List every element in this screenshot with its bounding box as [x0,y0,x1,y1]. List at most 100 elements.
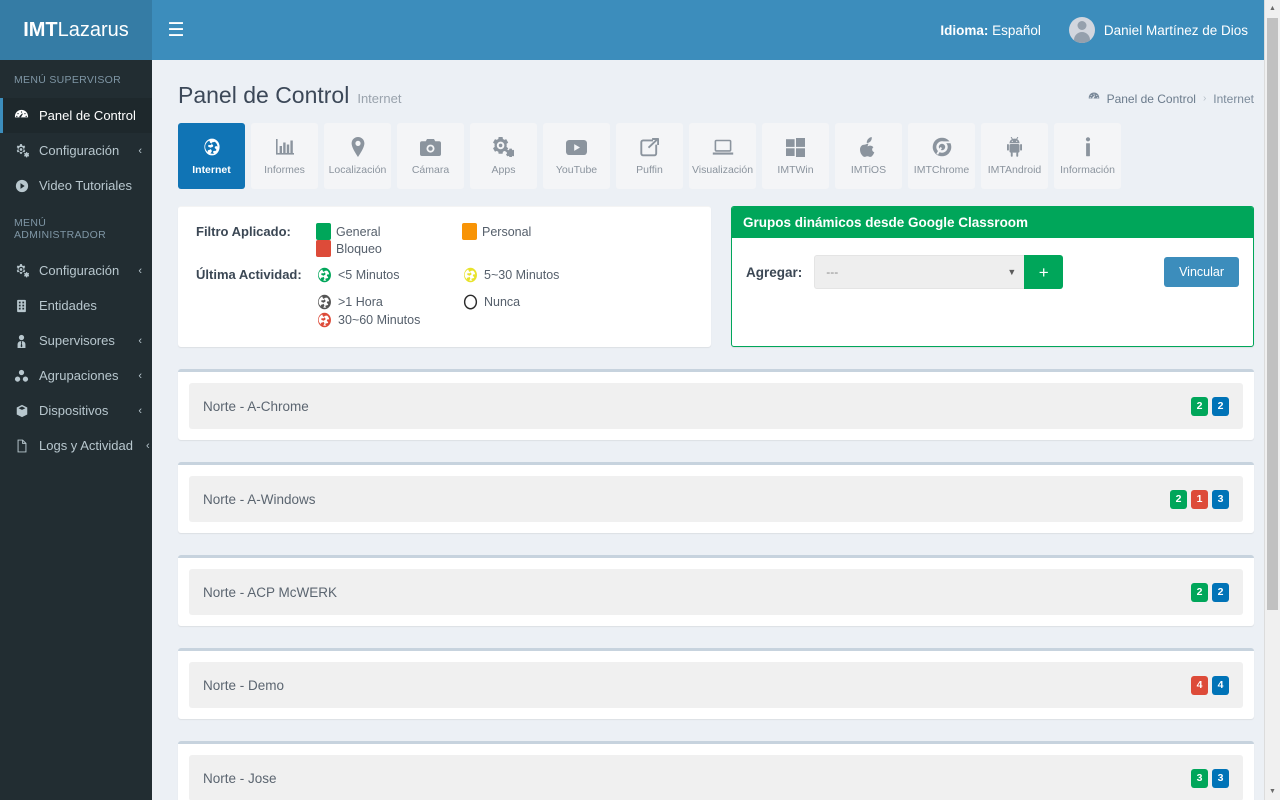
classroom-add-button[interactable]: + [1024,255,1064,289]
vertical-scrollbar[interactable]: ▲ ▼ [1264,0,1280,800]
badge-group: 3 3 [1191,768,1229,788]
tab-imtios[interactable]: IMTiOS [835,123,902,189]
group-box: Norte - A-Chrome 2 2 [178,369,1254,440]
sidebar-item-logs-y-actividad[interactable]: Logs y Actividad ‹ [0,428,152,463]
group-row-a-windows[interactable]: Norte - A-Windows 2 1 3 [189,476,1243,522]
content-area: Panel de Control Internet Panel de Contr… [152,60,1280,800]
scroll-down-arrow-icon[interactable]: ▼ [1265,783,1280,800]
group-row-jose[interactable]: Norte - Jose 3 3 [189,755,1243,800]
classroom-select-value: --- [826,265,839,279]
group-row-a-chrome[interactable]: Norte - A-Chrome 2 2 [189,383,1243,429]
status-badge[interactable]: 4 [1191,675,1208,695]
classroom-group-select[interactable]: --- ▼ [814,255,1025,289]
legend-item-personal: Personal [462,223,608,240]
tab-imtchrome[interactable]: IMTChrome [908,123,975,189]
legend-label: <5 Minutos [338,268,400,282]
tab-puffin[interactable]: Puffin [616,123,683,189]
legend-activity-row: Última Actividad: <5 Minutos >1 Hora 5~3… [196,266,693,329]
group-box: Norte - A-Windows 2 1 3 [178,462,1254,533]
classroom-panel: Grupos dinámicos desde Google Classroom … [731,206,1254,347]
sidebar-item-configuracion-admin[interactable]: Configuración ‹ [0,253,152,288]
sidebar-item-label: Agrupaciones [39,368,119,383]
color-swatch [316,223,331,240]
tab-informes[interactable]: Informes [251,123,318,189]
sidebar-item-label: Logs y Actividad [39,438,133,453]
status-badge[interactable]: 3 [1212,768,1229,788]
tab-label: IMTChrome [913,164,970,177]
badge-group: 2 2 [1191,396,1229,416]
status-badge[interactable]: 2 [1170,489,1187,509]
chevron-left-icon: ‹ [138,264,142,277]
legend-col: 30~60 Minutos [316,311,476,329]
user-menu[interactable]: Daniel Martínez de Dios [1065,17,1252,43]
status-badge[interactable]: 2 [1191,396,1208,416]
status-badge[interactable]: 2 [1191,582,1208,602]
sidebar-item-dispositivos[interactable]: Dispositivos ‹ [0,393,152,428]
status-badge[interactable]: 3 [1212,489,1229,509]
status-badge[interactable]: 1 [1191,489,1208,509]
group-name: Norte - Demo [203,677,285,693]
tab-label: Localización [328,164,387,177]
sidebar-item-panel-de-control[interactable]: Panel de Control [0,98,152,133]
color-swatch [462,223,477,240]
legend-label: Nunca [484,295,521,309]
globe-icon [318,294,331,310]
classroom-panel-body: Agregar: --- ▼ + Vincular [732,238,1253,313]
hamburger-icon[interactable]: ☰ [152,0,200,60]
sidebar-item-label: Video Tutoriales [39,178,132,193]
tab-informacion[interactable]: Información [1054,123,1121,189]
panels-row: Filtro Aplicado: General Personal Bloque… [178,206,1254,347]
legend-label: General [336,224,381,239]
status-badge[interactable]: 2 [1212,582,1229,602]
color-swatch [316,240,331,257]
map-marker-icon [351,136,365,158]
chevron-right-icon: › [1202,93,1207,104]
tab-imtwin[interactable]: IMTWin [762,123,829,189]
status-badge[interactable]: 4 [1212,675,1229,695]
tab-localizacion[interactable]: Localización [324,123,391,189]
tab-internet[interactable]: Internet [178,123,245,189]
group-row-acp-mcwerk[interactable]: Norte - ACP McWERK 2 2 [189,569,1243,615]
sidebar-item-label: Dispositivos [39,403,109,418]
tab-visualizacion[interactable]: Visualización [689,123,756,189]
user-name: Daniel Martínez de Dios [1103,22,1248,38]
status-badge[interactable]: 2 [1212,396,1229,416]
tab-apps[interactable]: Apps [470,123,537,189]
navbar-body: ☰ Idioma: Español Daniel Martínez de Dio… [152,0,1280,60]
group-name: Norte - A-Windows [203,491,316,507]
status-badge[interactable]: 3 [1191,768,1208,788]
top-navbar: IMT Lazarus ☰ Idioma: Español Daniel Mar… [0,0,1280,60]
badge-group: 2 2 [1191,582,1229,602]
content-body: Internet Informes Localización Cámara Ap… [152,123,1280,800]
globe-icon [464,267,477,283]
classroom-link-button[interactable]: Vincular [1164,257,1239,287]
scrollbar-thumb[interactable] [1267,18,1278,610]
sidebar-item-agrupaciones[interactable]: Agrupaciones ‹ [0,358,152,393]
sidebar-item-configuracion-supervisor[interactable]: Configuración ‹ [0,133,152,168]
language-indicator[interactable]: Idioma: Español [940,23,1065,38]
tab-imtandroid[interactable]: IMTAndroid [981,123,1048,189]
sidebar: MENÚ SUPERVISOR Panel de Control Configu… [0,60,152,800]
brand-logo[interactable]: IMT Lazarus [0,0,152,60]
avatar [1068,17,1095,43]
plus-icon: + [1038,262,1049,282]
scroll-up-arrow-icon[interactable]: ▲ [1265,0,1280,17]
sidebar-item-entidades[interactable]: Entidades [0,288,152,323]
classroom-add-label: Agregar: [746,264,803,280]
camera-icon [420,136,441,158]
building-icon [13,299,30,313]
legend-col: General [316,223,462,240]
chevron-left-icon: ‹ [138,144,142,157]
sidebar-item-video-tutoriales[interactable]: Video Tutoriales [0,168,152,203]
navbar-right: Idioma: Español Daniel Martínez de Dios [940,17,1280,43]
tab-youtube[interactable]: YouTube [543,123,610,189]
breadcrumb-root[interactable]: Panel de Control [1107,92,1196,106]
group-row-demo[interactable]: Norte - Demo 4 4 [189,662,1243,708]
chevron-left-icon: ‹ [138,334,142,347]
legend-label: 30~60 Minutos [338,313,421,327]
group-list: Norte - A-Chrome 2 2 Norte - A-Windows 2… [178,369,1254,800]
sidebar-item-supervisores[interactable]: Supervisores ‹ [0,323,152,358]
classroom-panel-title: Grupos dinámicos desde Google Classroom [732,207,1253,238]
legend-activity-items: <5 Minutos >1 Hora 5~30 Minutos Nunca 30… [316,266,693,329]
tab-camara[interactable]: Cámara [397,123,464,189]
